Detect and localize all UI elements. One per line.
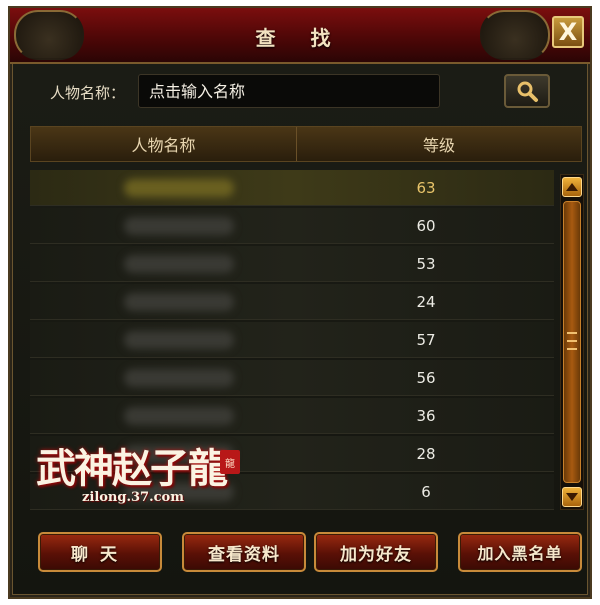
grip-lines-icon bbox=[567, 332, 577, 350]
table-row[interactable]: 63 bbox=[30, 170, 554, 206]
table-header: 人物名称 等级 bbox=[30, 126, 582, 162]
column-header-level[interactable]: 等级 bbox=[297, 127, 581, 161]
player-name-blurred bbox=[124, 255, 234, 273]
scroll-thumb[interactable] bbox=[563, 201, 581, 483]
search-dialog: 查 找 X 人物名称： 人物名称 等级 63 60 53 bbox=[8, 6, 592, 599]
player-level: 60 bbox=[416, 217, 436, 235]
view-profile-button[interactable]: 查看资料 bbox=[182, 532, 306, 572]
close-icon: X bbox=[558, 18, 578, 46]
table-row[interactable]: 60 bbox=[30, 208, 554, 244]
search-row: 人物名称： bbox=[10, 72, 590, 112]
player-name-blurred bbox=[124, 407, 234, 425]
name-search-input[interactable] bbox=[138, 74, 440, 108]
arrow-down-icon bbox=[566, 493, 578, 501]
search-label: 人物名称： bbox=[50, 84, 126, 102]
logo-url: zilong.37.com bbox=[82, 490, 184, 505]
player-level: 6 bbox=[421, 483, 431, 501]
player-name-blurred bbox=[124, 369, 234, 387]
search-button[interactable] bbox=[504, 74, 550, 108]
logo-text: 武神赵子龍 bbox=[36, 445, 228, 492]
logo-seal: 龍 bbox=[220, 450, 240, 474]
chat-button[interactable]: 聊天 bbox=[38, 532, 162, 572]
results-scrollbar[interactable] bbox=[560, 174, 584, 510]
player-level: 57 bbox=[416, 331, 436, 349]
table-row[interactable]: 36 bbox=[30, 398, 554, 434]
player-name-blurred bbox=[124, 293, 234, 311]
game-logo: 武神赵子龍 龍 zilong.37.com bbox=[34, 436, 254, 516]
player-level: 53 bbox=[416, 255, 436, 273]
table-row[interactable]: 24 bbox=[30, 284, 554, 320]
player-name-blurred bbox=[124, 331, 234, 349]
table-row[interactable]: 57 bbox=[30, 322, 554, 358]
player-level: 28 bbox=[416, 445, 436, 463]
player-level: 24 bbox=[416, 293, 436, 311]
arrow-up-icon bbox=[566, 183, 578, 191]
table-row[interactable]: 53 bbox=[30, 246, 554, 282]
player-level: 56 bbox=[416, 369, 436, 387]
scroll-down-button[interactable] bbox=[562, 487, 582, 507]
search-icon bbox=[517, 81, 538, 102]
column-header-name[interactable]: 人物名称 bbox=[31, 127, 297, 161]
dialog-title: 查 找 bbox=[255, 26, 345, 50]
add-blacklist-button[interactable]: 加入黑名单 bbox=[458, 532, 582, 572]
player-level: 36 bbox=[416, 407, 436, 425]
close-button[interactable]: X bbox=[552, 16, 584, 48]
player-name-blurred bbox=[124, 179, 234, 197]
scroll-up-button[interactable] bbox=[562, 177, 582, 197]
add-friend-button[interactable]: 加为好友 bbox=[314, 532, 438, 572]
title-bar[interactable]: 查 找 X bbox=[10, 8, 590, 64]
player-level: 63 bbox=[416, 179, 436, 197]
table-row[interactable]: 56 bbox=[30, 360, 554, 396]
player-name-blurred bbox=[124, 217, 234, 235]
